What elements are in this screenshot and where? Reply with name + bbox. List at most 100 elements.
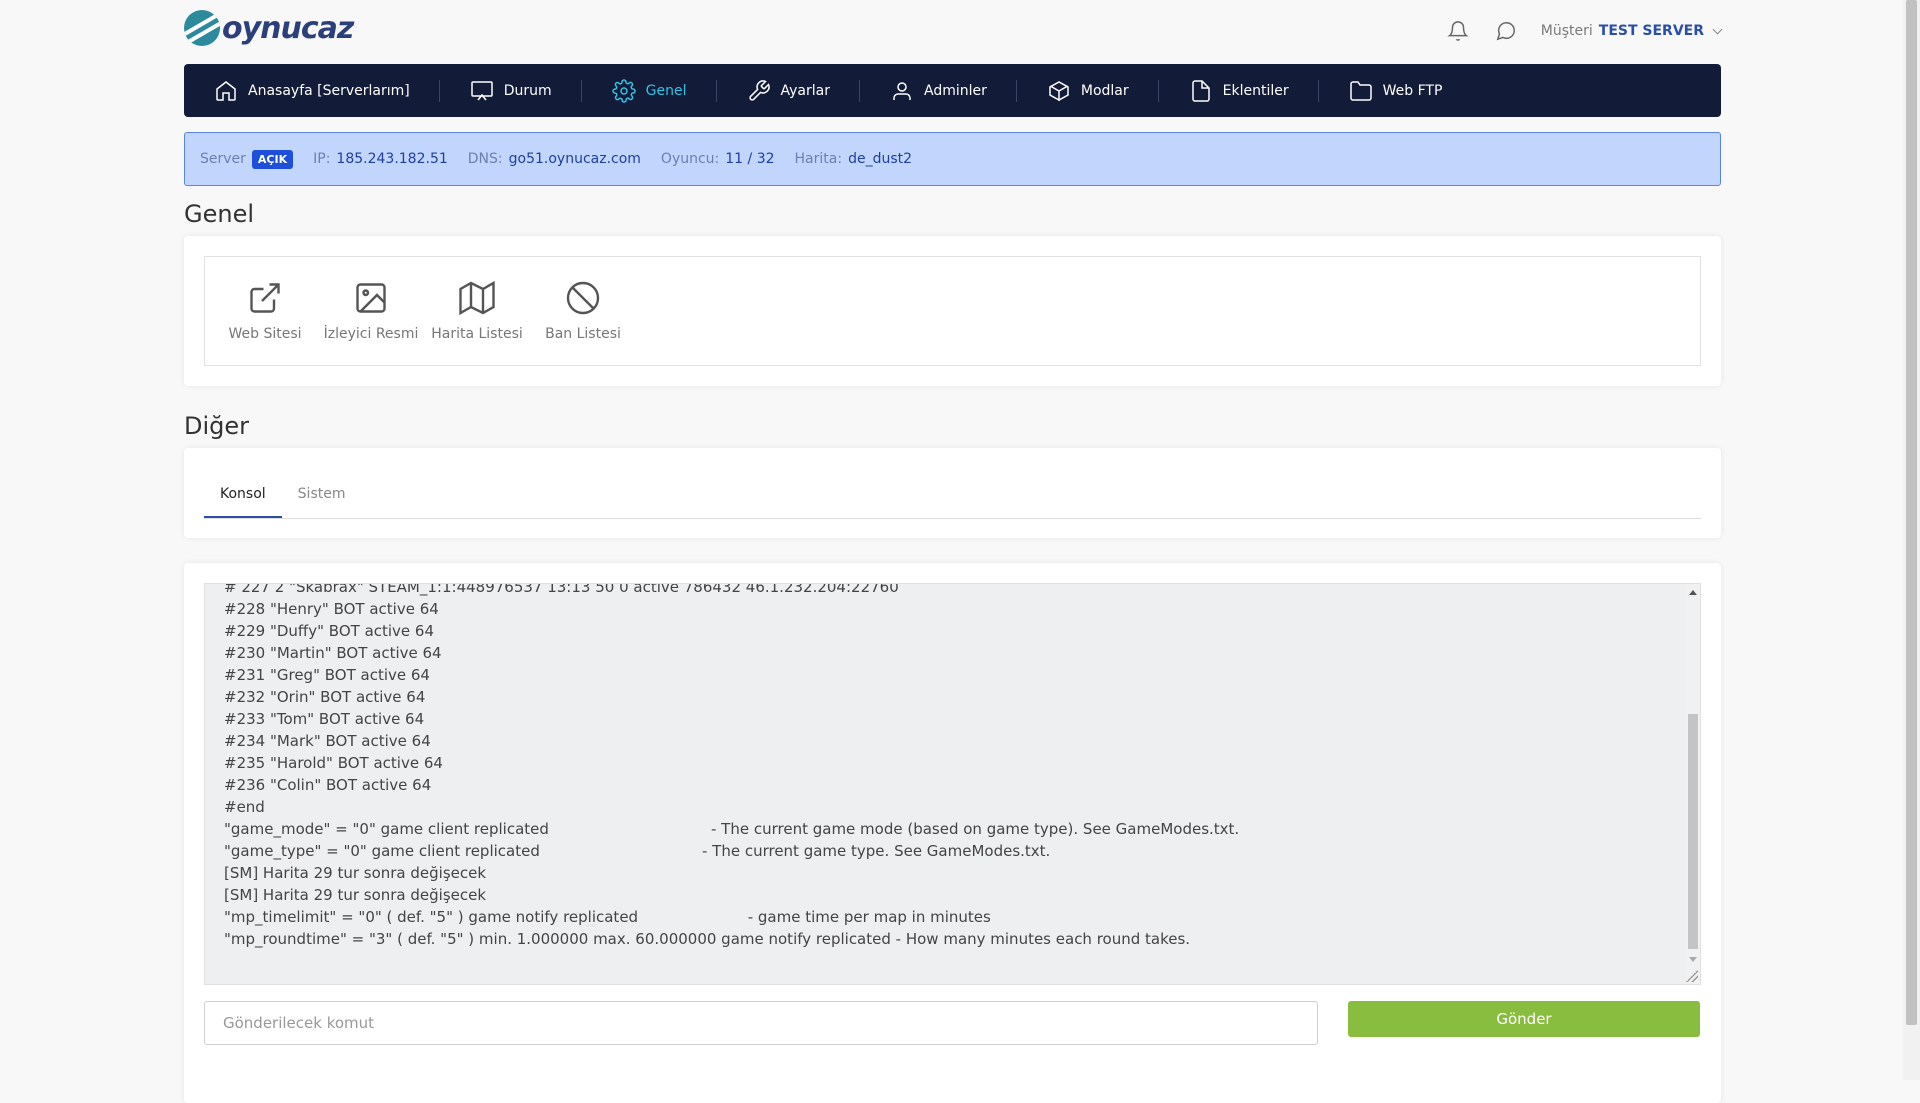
user-prefix: Müşteri: [1540, 23, 1593, 39]
status-badge: AÇIK: [251, 149, 294, 169]
external-link-icon: [250, 283, 280, 313]
nav-item-eklentiler[interactable]: Eklentiler: [1189, 78, 1319, 104]
logo-text: oynucaz: [222, 10, 354, 46]
console-line: #end: [224, 798, 265, 816]
dns-value: go51.oynucaz.com: [508, 151, 641, 167]
nav-label: Genel: [645, 82, 687, 99]
console-line: #235 "Harold" BOT active 64: [224, 754, 443, 772]
top-header: oynucaz Müşteri TEST SERVER: [184, 0, 1723, 64]
console-line: #229 "Duffy" BOT active 64: [224, 622, 435, 640]
window-scrollbar[interactable]: [1903, 0, 1920, 1080]
chevron-down-icon: [1712, 24, 1723, 34]
web-sitesi-label: Web Sitesi: [228, 326, 302, 342]
server-label: Server: [200, 151, 246, 167]
console-line: #230 "Martin" BOT active 64: [224, 644, 442, 662]
dns-label: DNS:: [467, 151, 503, 167]
console-line: "game_type" = "0" game client replicated…: [224, 842, 1051, 860]
main-nav: Anasayfa [Serverlarım] Durum Genel Ayarl…: [184, 64, 1721, 117]
tab-konsol[interactable]: Konsol: [204, 486, 282, 518]
console-line: [SM] Harita 29 tur sonra değişecek: [224, 886, 487, 904]
genel-shortcuts: Web Sitesi İzleyici Resmi Harita Listesi…: [204, 256, 1701, 366]
server-map: Harita: de_dust2: [795, 151, 913, 167]
nav-item-anasayfa[interactable]: Anasayfa [Serverlarım]: [214, 78, 440, 104]
map-icon: [459, 280, 495, 316]
ban-icon: [566, 281, 600, 315]
server-info-bar: Server AÇIK IP: 185.243.182.51 DNS: go51…: [184, 132, 1721, 186]
nav-item-durum[interactable]: Durum: [470, 78, 582, 104]
console-line: #231 "Greg" BOT active 64: [224, 666, 430, 684]
console-line: "mp_timelimit" = "0" ( def. "5" ) game n…: [224, 908, 991, 926]
nav-item-ayarlar[interactable]: Ayarlar: [747, 78, 861, 104]
console-line: "mp_roundtime" = "3" ( def. "5" ) min. 1…: [224, 930, 1191, 948]
home-icon: [216, 80, 236, 101]
console-line: #234 "Mark" BOT active 64: [224, 732, 431, 750]
server-status: Server AÇIK: [200, 149, 294, 169]
genel-title: Genel: [184, 200, 255, 228]
nav-label: Anasayfa [Serverlarım]: [248, 82, 410, 99]
file-icon: [1191, 79, 1210, 102]
genel-card: Web Sitesi İzleyici Resmi Harita Listesi…: [184, 236, 1721, 386]
console-scrollbar[interactable]: [1686, 584, 1700, 984]
nav-label: Durum: [503, 82, 552, 99]
console-output[interactable]: # 227 2 "Skabrax" STEAM_1:1:448976537 13…: [204, 583, 1701, 985]
players-value: 11 / 32: [725, 151, 775, 167]
scroll-down-icon[interactable]: [1689, 957, 1697, 962]
gear-icon: [611, 78, 636, 103]
resize-handle-icon[interactable]: [1686, 970, 1698, 982]
send-button[interactable]: Gönder: [1348, 1001, 1700, 1037]
user-icon: [893, 81, 911, 100]
nav-item-adminler[interactable]: Adminler: [890, 78, 1017, 104]
user-name: TEST SERVER: [1598, 23, 1704, 39]
diger-tabs: Konsol Sistem: [204, 448, 1701, 519]
brand-logo[interactable]: oynucaz: [184, 10, 354, 46]
user-menu[interactable]: Müşteri TEST SERVER: [1540, 23, 1723, 39]
header-actions: Müşteri TEST SERVER: [1445, 18, 1723, 44]
console-line: # 227 2 "Skabrax" STEAM_1:1:448976537 13…: [224, 583, 899, 596]
box-icon: [1049, 80, 1069, 101]
logo-globe-icon: [184, 10, 220, 46]
players-label: Oyuncu:: [660, 151, 720, 167]
nav-label: Adminler: [923, 82, 987, 99]
map-value: de_dust2: [848, 151, 913, 167]
nav-label: Web FTP: [1382, 82, 1443, 99]
image-icon: [356, 283, 386, 313]
console-line: "game_mode" = "0" game client replicated…: [224, 820, 1240, 838]
window-scroll-thumb[interactable]: [1906, 0, 1917, 1025]
diger-card: Konsol Sistem: [184, 448, 1721, 538]
izleyici-resmi-button[interactable]: İzleyici Resmi: [321, 257, 421, 365]
monitor-icon: [470, 80, 493, 100]
nav-item-web-ftp[interactable]: Web FTP: [1349, 78, 1473, 104]
server-ip: IP: 185.243.182.51: [313, 151, 448, 167]
bell-icon[interactable]: [1445, 18, 1471, 44]
console-line: [SM] Harita 29 tur sonra değişecek: [224, 864, 487, 882]
nav-label: Ayarlar: [780, 82, 830, 99]
page: oynucaz Müşteri TEST SERVER Anasayfa [Se…: [184, 0, 1723, 1103]
command-row: Gönder: [204, 1001, 1701, 1045]
nav-item-modlar[interactable]: Modlar: [1047, 78, 1159, 104]
map-label: Harita:: [794, 151, 843, 167]
scroll-up-icon[interactable]: [1689, 590, 1697, 595]
server-dns: DNS: go51.oynucaz.com: [468, 151, 641, 167]
izleyici-resmi-label: İzleyici Resmi: [323, 326, 419, 342]
console-line: #233 "Tom" BOT active 64: [224, 710, 425, 728]
chat-icon[interactable]: [1493, 18, 1519, 44]
console-card: # 227 2 "Skabrax" STEAM_1:1:448976537 13…: [184, 563, 1721, 1103]
folder-icon: [1349, 80, 1372, 101]
console-line: #236 "Colin" BOT active 64: [224, 776, 432, 794]
tab-sistem[interactable]: Sistem: [282, 486, 362, 518]
web-sitesi-button[interactable]: Web Sitesi: [215, 257, 315, 365]
ip-label: IP:: [313, 151, 331, 167]
nav-label: Eklentiler: [1222, 82, 1289, 99]
ban-listesi-label: Ban Listesi: [545, 326, 621, 342]
console-scroll-thumb[interactable]: [1688, 714, 1698, 949]
command-input[interactable]: [204, 1001, 1318, 1045]
ip-value: 185.243.182.51: [336, 151, 448, 167]
server-players: Oyuncu: 11 / 32: [661, 151, 775, 167]
nav-item-genel[interactable]: Genel: [611, 78, 717, 104]
console-line: #232 "Orin" BOT active 64: [224, 688, 426, 706]
harita-listesi-label: Harita Listesi: [431, 326, 523, 342]
console-lines: # 227 2 "Skabrax" STEAM_1:1:448976537 13…: [224, 583, 1676, 950]
ban-listesi-button[interactable]: Ban Listesi: [533, 257, 633, 365]
harita-listesi-button[interactable]: Harita Listesi: [427, 257, 527, 365]
wrench-icon: [748, 79, 770, 101]
